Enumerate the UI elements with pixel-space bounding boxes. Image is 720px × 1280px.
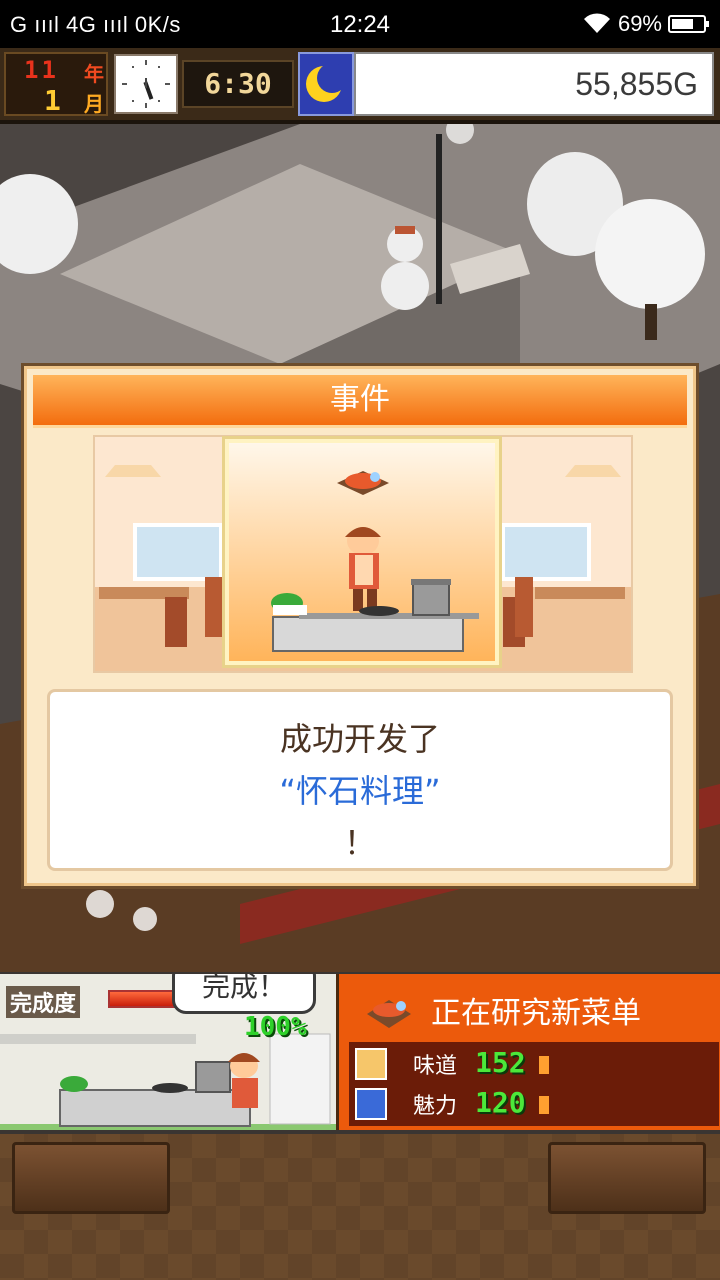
left-menu-button[interactable] xyxy=(12,1142,170,1214)
taste-icon xyxy=(355,1048,387,1080)
research-title: 正在研究新菜单 xyxy=(431,996,641,1031)
event-dialog[interactable]: 事件 成功开发了 “怀石料理” ！ xyxy=(24,366,696,886)
speech-bubble: 完成！ xyxy=(172,974,316,1014)
money-display: 55,855G xyxy=(354,52,714,116)
stat-row-charm: 魅力 120 xyxy=(349,1084,719,1124)
status-bar: G ıııl 4G ıııl 0K/s 12:24 69% xyxy=(0,0,720,48)
moon-icon xyxy=(298,52,354,116)
dish-name: “怀石料理” xyxy=(279,772,441,810)
cook-character xyxy=(345,527,381,611)
event-highlight-frame xyxy=(222,436,502,668)
game-time: 6:30 xyxy=(182,60,294,108)
year-unit: 年 xyxy=(84,62,104,86)
stat-row-taste: 味道 152 xyxy=(349,1044,719,1084)
stat-bar xyxy=(539,1096,550,1114)
research-panel: 正在研究新菜单 味道 152 魅力 120 xyxy=(336,974,720,1130)
month-unit: 月 xyxy=(84,92,104,116)
year-value: 11 xyxy=(24,56,59,84)
dialog-header: 事件 xyxy=(33,375,687,428)
battery-percent: 69% xyxy=(617,11,662,36)
charm-icon xyxy=(355,1088,387,1120)
progress-label: 完成度 xyxy=(6,986,81,1018)
month-value: 1 xyxy=(44,84,61,117)
right-menu-button[interactable] xyxy=(548,1142,706,1214)
menu-dish-icon xyxy=(367,1000,411,1028)
battery-icon xyxy=(668,15,709,33)
dialog-title: 事件 xyxy=(330,382,390,417)
clock-icon[interactable] xyxy=(114,54,178,114)
message-line-1: 成功开发了 xyxy=(279,720,440,758)
wifi-icon xyxy=(583,13,610,33)
event-message: 成功开发了 “怀石料理” ！ xyxy=(47,689,673,871)
stat-bar xyxy=(539,1056,550,1074)
calendar-display: 11 年 1 月 xyxy=(4,52,108,117)
progress-percent: 100% xyxy=(244,1012,307,1042)
stat-value: 152 xyxy=(475,1046,526,1079)
top-hud: 11 年 1 月 6:30 55,855G xyxy=(0,48,720,124)
stat-name: 魅力 xyxy=(413,1094,458,1119)
dish-icon xyxy=(337,471,389,495)
stat-value: 120 xyxy=(475,1086,526,1119)
bottom-tray xyxy=(0,1134,720,1280)
message-line-3: ！ xyxy=(343,824,376,862)
stat-list: 味道 152 魅力 120 xyxy=(349,1042,719,1126)
money-amount: 55,855G xyxy=(575,66,698,102)
progress-bar xyxy=(108,990,178,1008)
kitchen-panel: 完成度 完成！ 100% xyxy=(0,974,336,1130)
stat-name: 味道 xyxy=(413,1054,458,1079)
